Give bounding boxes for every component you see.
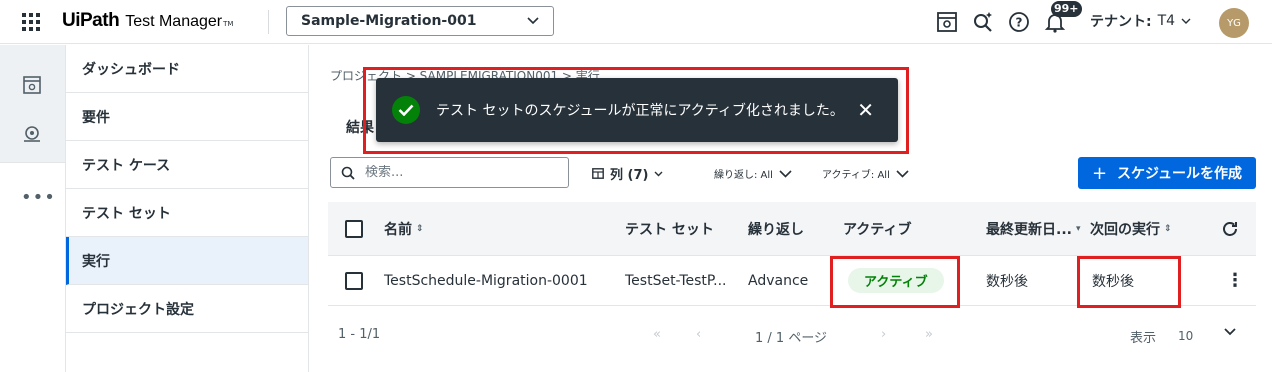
side-nav: ダッシュボード 要件 テスト ケース テスト セット 実行 プロジェクト設定 — [66, 45, 309, 372]
uipath-logo[interactable]: UiPath Test Manager TM — [62, 10, 233, 32]
filter-active-label: アクティブ: All — [822, 170, 890, 181]
pagination: 1 - 1/1 « ‹ 1 / 1 ページ › » 表示 10 — [328, 323, 1256, 349]
create-schedule-button[interactable]: + スケジュールを作成 — [1078, 157, 1256, 189]
help-icon[interactable]: ? — [1008, 11, 1030, 33]
column-header-last-updated[interactable]: 最終更新日... ▾ — [986, 202, 1081, 255]
avatar[interactable]: YG — [1219, 8, 1249, 38]
page-size-label: 表示 — [1130, 331, 1157, 346]
more-icon[interactable]: ••• — [21, 187, 56, 208]
chevron-down-icon — [527, 17, 539, 25]
prev-page-icon[interactable]: ‹ — [696, 327, 701, 342]
row-actions-button[interactable]: ⋮ — [1226, 256, 1244, 305]
sidebar-item-label: 実行 — [82, 253, 110, 270]
schedule-name[interactable]: TestSchedule-Migration-0001 — [384, 256, 588, 305]
page-size-dropdown[interactable] — [1224, 325, 1236, 340]
column-last-updated-label: 最終更新日... — [986, 221, 1072, 238]
sidebar-item-execution[interactable]: 実行 — [66, 237, 308, 285]
trademark: TM — [223, 20, 234, 28]
create-schedule-label: スケジュールを作成 — [1117, 166, 1243, 182]
column-header-repeat: 繰り返し — [748, 202, 804, 255]
notifications-badge: 99+ — [1051, 1, 1082, 17]
top-bar: UiPath Test Manager TM Sample-Migration-… — [0, 0, 1272, 44]
schedule-last-updated: 数秒後 — [986, 273, 1028, 290]
sort-icon: ⇕ — [416, 223, 424, 234]
plus-icon: + — [1091, 162, 1108, 184]
search-sparkle-icon[interactable] — [972, 11, 994, 33]
sidebar-item-label: 要件 — [82, 109, 110, 126]
search-field[interactable] — [330, 157, 569, 188]
pager-page: 1 / 1 ページ — [755, 331, 828, 346]
search-input[interactable] — [365, 165, 545, 180]
brand-name: UiPath — [62, 10, 120, 31]
tenant-value: T4 — [1157, 13, 1176, 29]
tenant-selector[interactable]: テナント: T4 — [1090, 11, 1191, 31]
sidebar-item-project-settings[interactable]: プロジェクト設定 — [66, 285, 308, 333]
column-header-test-set: テスト セット — [625, 202, 714, 255]
target-icon[interactable] — [22, 123, 42, 143]
column-test-set-label: テスト セット — [625, 221, 714, 238]
filter-repeat[interactable]: 繰り返し: All — [714, 166, 792, 181]
test-manager-icon[interactable] — [22, 75, 42, 95]
left-rail: ••• — [0, 45, 66, 372]
app-launcher-icon[interactable] — [22, 13, 40, 31]
pager-range: 1 - 1/1 — [338, 327, 381, 342]
next-page-icon[interactable]: › — [881, 327, 886, 342]
first-page-icon[interactable]: « — [653, 327, 661, 342]
columns-label: 列 (7) — [610, 168, 649, 183]
refresh-icon — [1223, 221, 1237, 236]
highlight-box-active — [830, 256, 960, 308]
sidebar-item-label: テスト ケース — [82, 157, 171, 174]
columns-button[interactable]: 列 (7) — [592, 164, 663, 183]
sidebar-item-test-cases[interactable]: テスト ケース — [66, 141, 308, 189]
project-select[interactable]: Sample-Migration-001 — [286, 6, 554, 36]
table-header: 名前 ⇕ テスト セット 繰り返し アクティブ 最終更新日... ▾ 次回の実行 ⇕ — [328, 202, 1256, 256]
sidebar-item-dashboard[interactable]: ダッシュボード — [66, 45, 308, 93]
highlight-box-toast — [363, 67, 909, 154]
column-header-active: アクティブ — [843, 202, 911, 255]
schedule-repeat: Advance — [748, 272, 809, 289]
filter-active[interactable]: アクティブ: All — [822, 166, 909, 181]
tenant-label: テナント: — [1090, 14, 1152, 30]
column-repeat-label: 繰り返し — [748, 221, 804, 238]
sort-icon: ⇕ — [1164, 223, 1172, 234]
row-checkbox-cell — [345, 256, 363, 305]
last-page-icon[interactable]: » — [925, 327, 933, 342]
rail-selected-group — [0, 45, 65, 163]
schedule-test-set: TestSet-TestP... — [625, 272, 727, 289]
chevron-down-icon — [896, 169, 909, 178]
project-select-value: Sample-Migration-001 — [301, 13, 477, 29]
chevron-down-icon — [779, 169, 792, 178]
sort-desc-icon: ▾ — [1075, 223, 1081, 234]
chevron-down-icon — [654, 171, 663, 176]
search-icon — [341, 166, 355, 180]
sidebar-item-label: プロジェクト設定 — [82, 301, 194, 318]
divider — [268, 10, 269, 34]
highlight-box-next-run — [1077, 256, 1181, 308]
select-all-checkbox-cell — [345, 202, 363, 255]
page-size-value[interactable]: 10 — [1178, 329, 1193, 343]
more-vertical-icon: ⋮ — [1226, 270, 1244, 291]
filter-repeat-label: 繰り返し: All — [714, 170, 773, 181]
columns-icon — [592, 168, 604, 179]
row-checkbox[interactable] — [345, 271, 363, 290]
product-name: Test Manager — [125, 13, 223, 30]
sidebar-item-label: テスト セット — [82, 205, 171, 222]
column-name-label: 名前 — [384, 221, 412, 238]
chevron-down-icon — [1224, 328, 1236, 336]
refresh-button[interactable] — [1221, 202, 1239, 255]
sidebar-item-label: ダッシュボード — [82, 61, 180, 78]
column-active-label: アクティブ — [843, 221, 912, 238]
test-environment-icon[interactable] — [936, 11, 958, 33]
chevron-down-icon — [1181, 18, 1191, 24]
sidebar-item-test-sets[interactable]: テスト セット — [66, 189, 308, 237]
select-all-checkbox[interactable] — [345, 219, 363, 238]
column-next-run-label: 次回の実行 — [1090, 221, 1160, 238]
column-header-next-run[interactable]: 次回の実行 ⇕ — [1090, 202, 1172, 255]
svg-text:?: ? — [1016, 16, 1023, 30]
sidebar-item-requirements[interactable]: 要件 — [66, 93, 308, 141]
column-header-name[interactable]: 名前 ⇕ — [384, 202, 424, 255]
